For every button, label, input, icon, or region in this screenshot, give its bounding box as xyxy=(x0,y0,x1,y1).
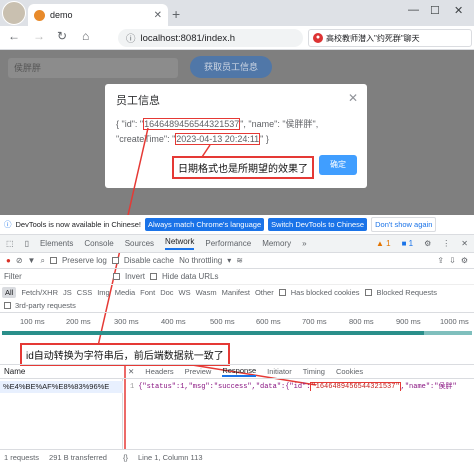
record-icon[interactable]: ● xyxy=(6,256,11,265)
request-count: 1 requests xyxy=(4,452,40,462)
hide-data-urls-checkbox[interactable] xyxy=(150,273,158,280)
timeline-bar xyxy=(2,331,424,335)
timeline-tick: 100 ms xyxy=(20,317,45,326)
clear-icon[interactable]: ⊘ xyxy=(16,256,23,265)
tab-cookies[interactable]: Cookies xyxy=(336,367,363,376)
invert-label: Invert xyxy=(125,272,146,281)
response-id-value: "1646489456544321537" xyxy=(310,382,401,391)
timeline-tick: 800 ms xyxy=(349,317,374,326)
devtools-statusbar: 1 requests 291 B transferred {} Line 1, … xyxy=(0,449,474,464)
response-tabs: ✕ Headers Preview Response Initiator Tim… xyxy=(124,365,474,379)
network-settings-icon[interactable]: ⚙ xyxy=(461,256,468,265)
pretty-print-icon[interactable]: {} xyxy=(123,453,128,462)
timeline-tick: 200 ms xyxy=(66,317,91,326)
settings-icon[interactable]: ⚙ xyxy=(424,239,431,248)
timeline-bar-tail xyxy=(424,331,472,335)
response-prefix: {"status":1,"msg":"success","data":{"id"… xyxy=(138,383,311,391)
name-column-label: Name xyxy=(4,367,26,376)
info-icon: ⓘ xyxy=(4,220,12,229)
type-media[interactable]: Media xyxy=(115,288,135,297)
wifi-icon[interactable]: ≋ xyxy=(236,256,243,265)
date-annotation: 日期格式也是所期望的效果了 xyxy=(172,156,314,179)
network-toolbar: ● ⊘ ▼ ⌕ Preserve log Disable cache No th… xyxy=(0,253,474,269)
tab-sources[interactable]: Sources xyxy=(125,239,154,248)
filter-row: Filter Invert Hide data URLs xyxy=(0,269,474,285)
devtools-infobar: ⓘ DevTools is now available in Chinese! … xyxy=(0,215,474,235)
type-fetch-xhr[interactable]: Fetch/XHR xyxy=(21,288,58,297)
disable-cache-checkbox[interactable] xyxy=(111,257,119,264)
type-font[interactable]: Font xyxy=(140,288,155,297)
blocked-requests-label: Blocked Requests xyxy=(376,287,437,297)
type-js[interactable]: JS xyxy=(63,288,72,297)
tab-response[interactable]: Response xyxy=(222,366,257,377)
transferred-size: 291 B transferred xyxy=(49,452,107,462)
response-body[interactable]: 1 {"status":1,"msg":"success","data":{"id… xyxy=(130,381,474,391)
dont-show-button[interactable]: Don't show again xyxy=(371,217,437,232)
throttle-select[interactable]: No throttling xyxy=(179,256,222,265)
filter-input[interactable]: Filter xyxy=(4,272,108,281)
type-all[interactable]: All xyxy=(2,286,17,298)
close-devtools-icon[interactable]: ✕ xyxy=(461,239,468,248)
hide-data-urls-label: Hide data URLs xyxy=(162,272,219,281)
request-name: %E4%BE%AF%E8%83%96%E xyxy=(3,382,110,391)
devtools-tabs: ⬚ ▯ Elements Console Sources Network Per… xyxy=(0,235,474,253)
tab-headers[interactable]: Headers xyxy=(145,367,173,376)
message-count-value: 1 xyxy=(408,239,414,248)
preserve-log-checkbox[interactable] xyxy=(49,257,57,264)
cursor-position: Line 1, Column 113 xyxy=(138,452,203,462)
third-party-checkbox[interactable] xyxy=(4,302,11,309)
tab-console[interactable]: Console xyxy=(84,239,113,248)
type-other[interactable]: Other xyxy=(255,288,274,297)
timeline-tick: 600 ms xyxy=(256,317,281,326)
message-count[interactable]: ■ 1 xyxy=(402,239,414,248)
blocked-requests-checkbox[interactable] xyxy=(364,288,372,296)
tab-performance[interactable]: Performance xyxy=(205,239,251,248)
more-menu-icon[interactable]: ⋮ xyxy=(442,239,450,248)
line-number: 1 xyxy=(130,383,135,391)
response-suffix: ,"name":"侯胖" xyxy=(400,383,457,391)
type-img[interactable]: Img xyxy=(97,288,110,297)
tab-preview[interactable]: Preview xyxy=(185,367,212,376)
chevron-down-icon[interactable]: ▾ xyxy=(227,256,231,265)
blocked-cookies-checkbox[interactable] xyxy=(278,288,286,296)
close-detail-icon[interactable]: ✕ xyxy=(128,367,134,376)
inspect-icon[interactable]: ⬚ xyxy=(6,239,14,248)
third-party-label: 3rd-party requests xyxy=(15,301,76,310)
warning-count-value: 1 xyxy=(386,239,391,248)
timeline-tick: 500 ms xyxy=(210,317,235,326)
invert-checkbox[interactable] xyxy=(113,273,120,280)
blocked-cookies-label: Has blocked cookies xyxy=(290,287,360,297)
timeline-tick: 1000 ms xyxy=(440,317,469,326)
third-party-row: 3rd-party requests xyxy=(0,299,474,313)
warning-count[interactable]: ▲ 1 xyxy=(376,239,391,248)
device-icon[interactable]: ▯ xyxy=(25,239,29,248)
tab-memory[interactable]: Memory xyxy=(262,239,291,248)
timeline-tick: 700 ms xyxy=(302,317,327,326)
download-icon[interactable]: ⇩ xyxy=(449,256,456,265)
filter-icon[interactable]: ▼ xyxy=(28,256,36,265)
upload-icon[interactable]: ⇪ xyxy=(437,256,444,265)
resource-type-filters: All Fetch/XHR JS CSS Img Media Font Doc … xyxy=(0,285,474,299)
switch-chinese-button[interactable]: Switch DevTools to Chinese xyxy=(268,218,368,231)
more-tabs-icon[interactable]: » xyxy=(302,239,306,248)
tab-timing[interactable]: Timing xyxy=(303,367,325,376)
tab-elements[interactable]: Elements xyxy=(40,239,73,248)
timeline-tick: 900 ms xyxy=(396,317,421,326)
request-row[interactable]: %E4%BE%AF%E8%83%96%E xyxy=(0,381,123,393)
type-css[interactable]: CSS xyxy=(77,288,92,297)
tab-network[interactable]: Network xyxy=(165,237,195,250)
search-icon[interactable]: ⌕ xyxy=(40,256,44,266)
infobar-text: DevTools is now available in Chinese! xyxy=(15,220,141,229)
disable-cache-label: Disable cache xyxy=(123,256,175,265)
tab-initiator[interactable]: Initiator xyxy=(267,367,292,376)
type-manifest[interactable]: Manifest xyxy=(222,288,250,297)
preserve-log-label: Preserve log xyxy=(61,256,107,265)
timeline-tick: 300 ms xyxy=(114,317,139,326)
match-language-button[interactable]: Always match Chrome's language xyxy=(144,218,265,231)
type-ws[interactable]: WS xyxy=(179,288,191,297)
type-doc[interactable]: Doc xyxy=(160,288,173,297)
timeline-tick: 400 ms xyxy=(161,317,186,326)
type-wasm[interactable]: Wasm xyxy=(196,288,217,297)
